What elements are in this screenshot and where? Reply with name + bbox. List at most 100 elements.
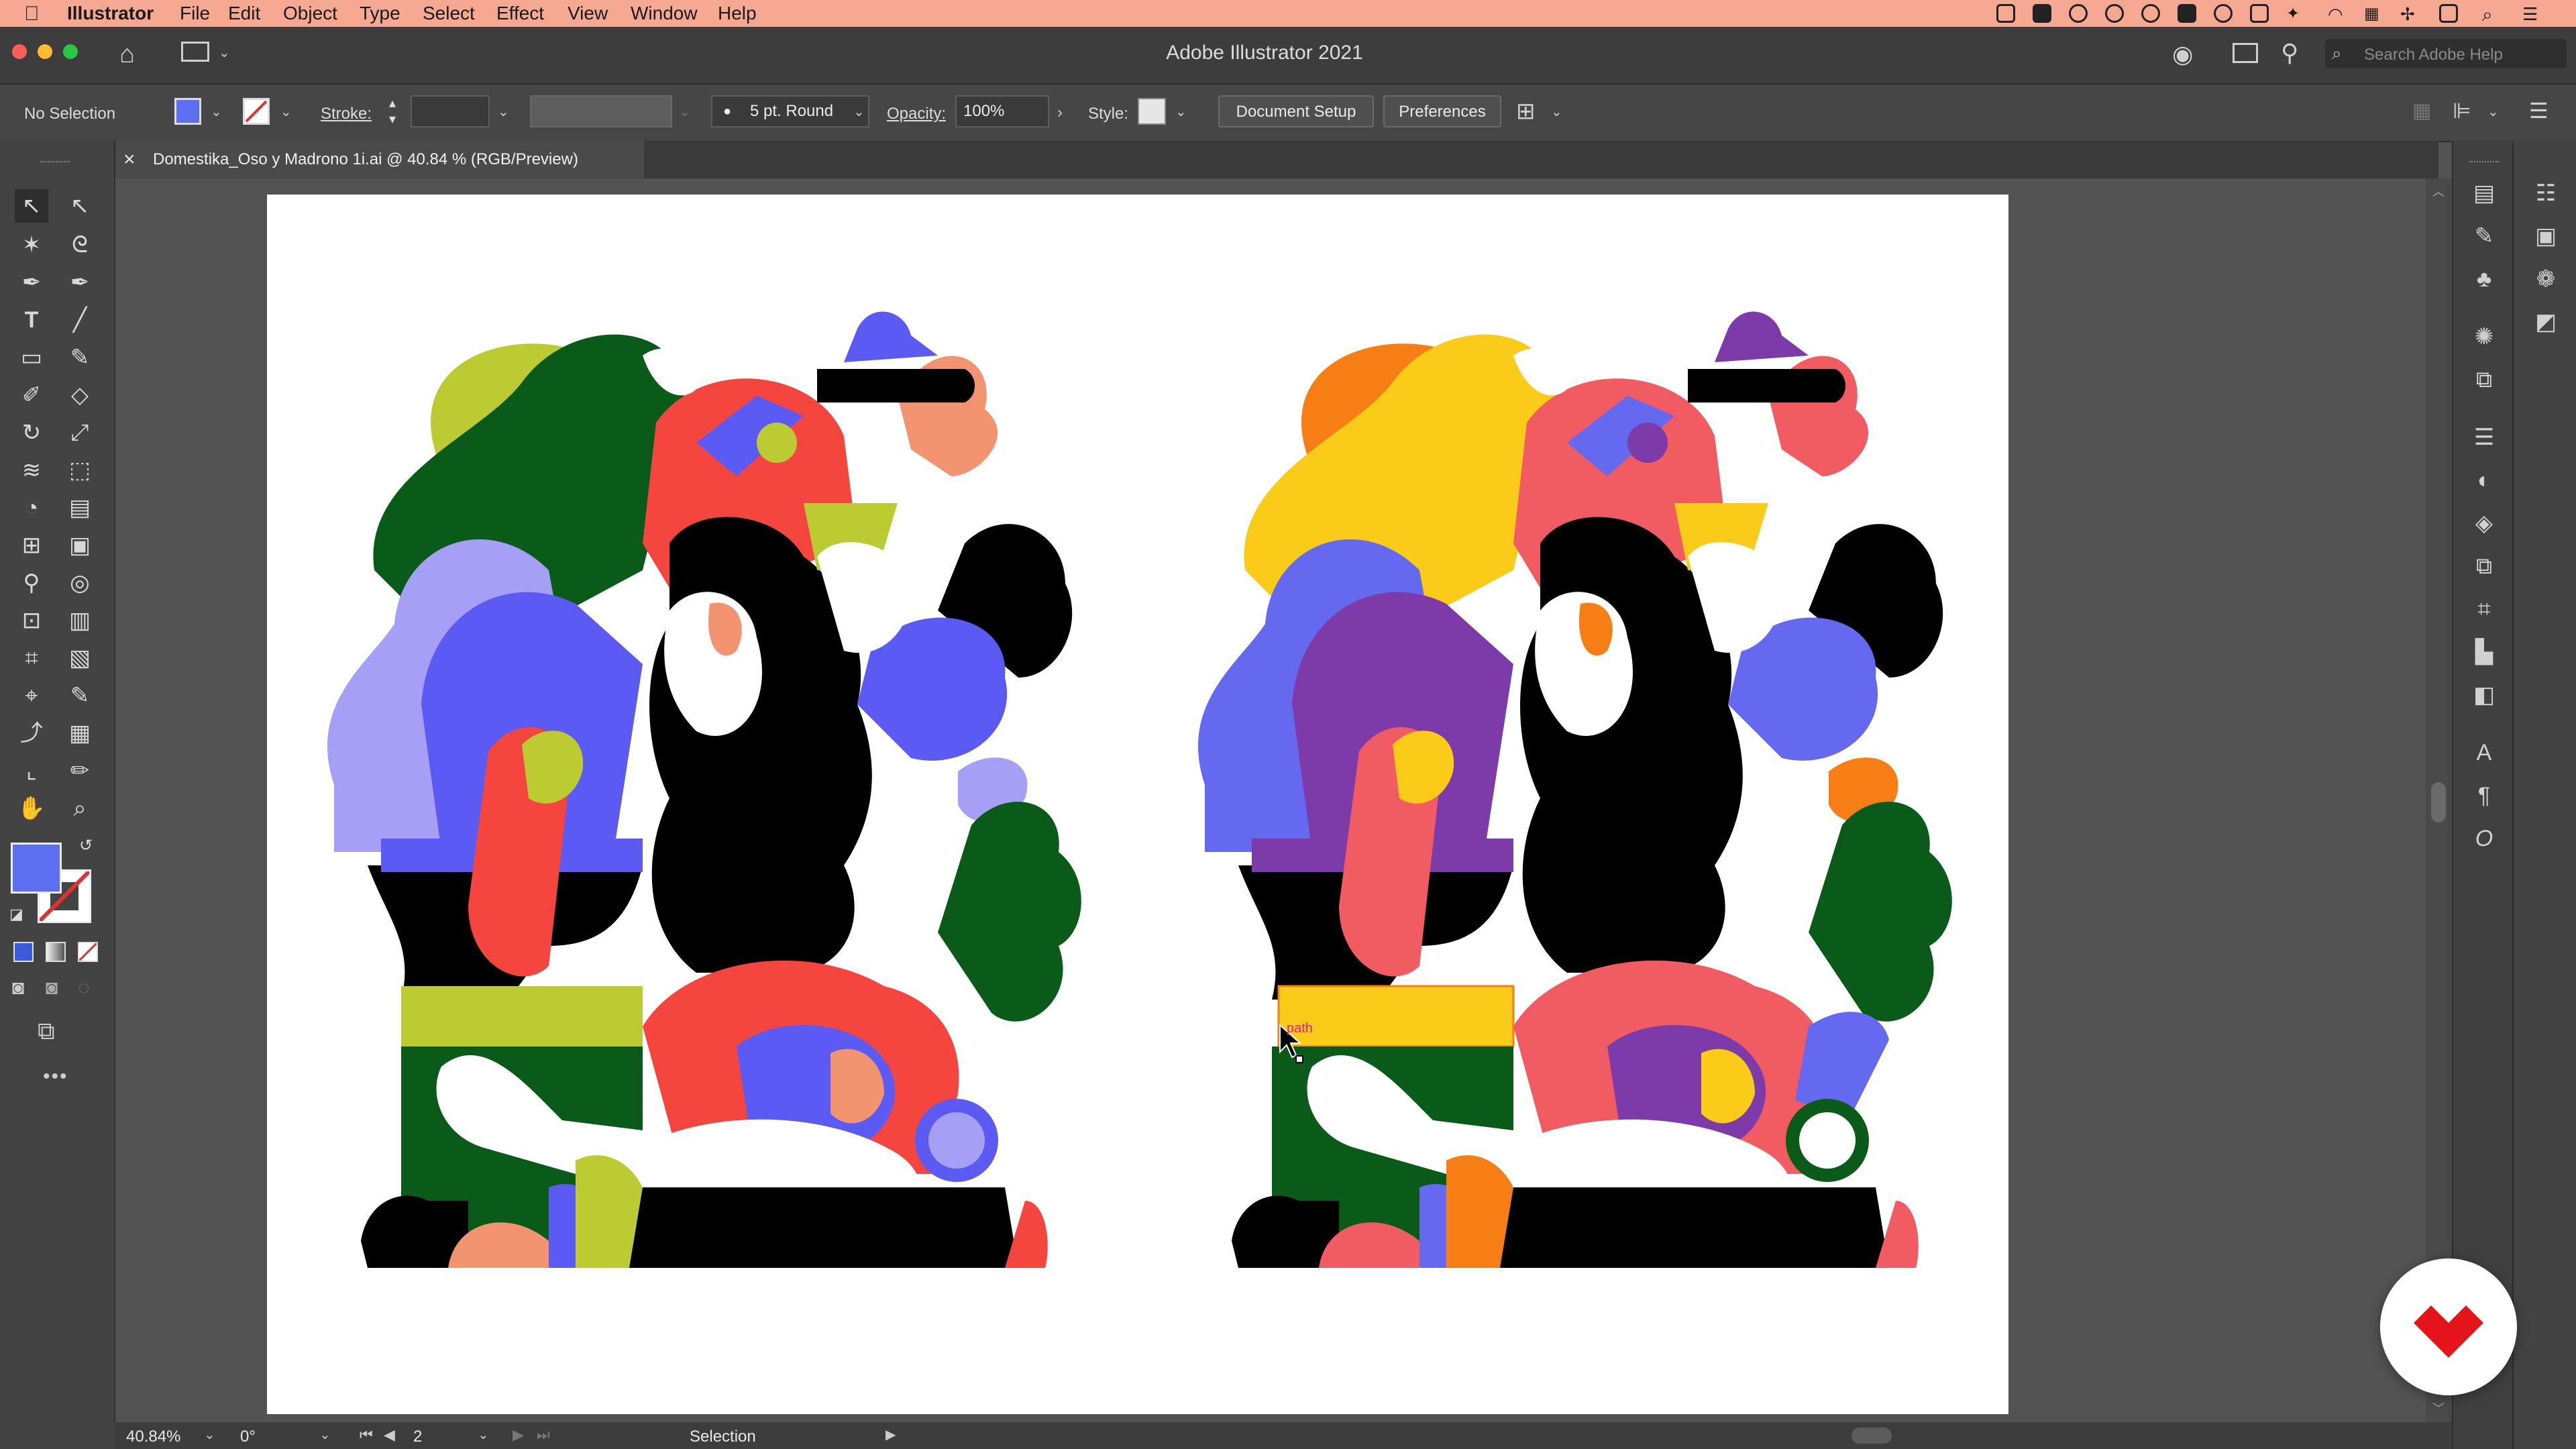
transparency-icon[interactable]: ◐ — [2469, 466, 2499, 495]
flag-icon[interactable]: ▦ — [2364, 4, 2383, 23]
shaper-tool-icon[interactable]: ✐ — [15, 378, 48, 412]
mesh-tool-icon[interactable]: ⊞ — [15, 529, 48, 562]
brush-definition-field[interactable]: ● 5 pt. Round — [711, 95, 869, 127]
magic-wand-tool-icon[interactable]: ✶ — [15, 228, 48, 262]
transform-icon[interactable]: ⌗ — [2469, 594, 2499, 624]
character-icon[interactable]: A — [2469, 738, 2499, 767]
status-icon-5[interactable] — [2141, 4, 2160, 23]
shape-builder-tool-icon[interactable]: ◔ — [15, 491, 48, 525]
zoom-tool-icon[interactable]: ⌕ — [63, 792, 97, 825]
symbols-icon[interactable]: ♣ — [2469, 264, 2499, 294]
vertical-scrollbar[interactable]: ︿ ﹀ — [2426, 178, 2452, 1422]
status-menu-icon[interactable]: ▶ — [885, 1426, 896, 1443]
spotlight-search-icon[interactable]: ⌕ — [2482, 4, 2501, 25]
menu-select[interactable]: Select — [423, 3, 475, 24]
stroke-chevron-icon[interactable]: ⌄ — [280, 103, 292, 120]
fill-swatch[interactable] — [11, 843, 62, 894]
stroke-stepper[interactable]: ▴ ▾ — [389, 95, 396, 127]
graphic-style-swatch[interactable] — [1138, 98, 1166, 125]
canvas[interactable]: path — [115, 178, 2426, 1422]
slice-tool-icon[interactable]: ▧ — [63, 641, 97, 675]
artboard-1[interactable] — [267, 195, 1138, 1414]
perspective-grid-tool-icon[interactable]: ▤ — [63, 491, 97, 525]
brush-chevron-icon[interactable]: ⌄ — [853, 103, 865, 120]
status-icon-6[interactable] — [2178, 4, 2196, 23]
opentype-icon[interactable]: O — [2469, 824, 2499, 853]
rotate-tool-icon[interactable]: ↻ — [15, 416, 48, 449]
apple-icon[interactable]:  — [24, 3, 40, 25]
last-artboard-icon[interactable]: ⏭ — [537, 1426, 550, 1444]
creative-cloud-icon[interactable] — [2069, 4, 2088, 23]
curvature-pen-icon[interactable]: ⤴ — [15, 716, 48, 750]
stroke-weight-field[interactable] — [411, 95, 490, 127]
profile-chevron-icon[interactable]: ⌄ — [679, 103, 690, 120]
gradient-panel-icon[interactable]: ◩ — [2531, 307, 2561, 337]
help-search-field[interactable]: ⌕ Search Adobe Help — [2325, 39, 2567, 68]
eyedropper-tool-icon[interactable]: ⚲ — [15, 566, 48, 600]
column-graph-tool-icon[interactable]: ▥ — [63, 604, 97, 637]
artboard-number[interactable]: 2 — [413, 1428, 422, 1446]
quick-actions-chevron-icon[interactable]: ⌄ — [1551, 103, 1562, 120]
type-tool-icon[interactable]: T — [15, 303, 48, 337]
menu-effect[interactable]: Effect — [496, 3, 544, 24]
paintbrush-tool-icon[interactable]: ✎ — [63, 341, 97, 374]
hand-tool-icon[interactable]: ✋ — [15, 792, 48, 825]
edit-toolbar-icon[interactable]: ••• — [43, 1065, 68, 1088]
pencil-tool-icon[interactable]: ✎ — [63, 679, 97, 712]
direct-selection-tool-icon[interactable]: ↖ — [63, 189, 97, 223]
menu-view[interactable]: View — [568, 3, 608, 24]
sync-icon[interactable] — [2105, 4, 2124, 23]
draw-behind-icon[interactable]: ◙ — [46, 977, 58, 1000]
next-artboard-icon[interactable]: ▶ — [513, 1426, 524, 1444]
menu-app-name[interactable]: Illustrator — [67, 3, 154, 24]
draw-inside-icon[interactable]: ◌ — [78, 977, 90, 1000]
status-icon-9[interactable]: ✦ — [2286, 4, 2305, 23]
symbol-sprayer-tool-icon[interactable]: ⊡ — [15, 604, 48, 637]
stroke-panel-icon[interactable]: ☰ — [2469, 423, 2499, 452]
status-icon-2[interactable] — [2033, 4, 2051, 23]
dock-grip[interactable] — [2469, 161, 2499, 166]
rotation-chevron-icon[interactable]: ⌄ — [319, 1426, 331, 1443]
document-tab[interactable]: × Domestika_Oso y Madrono 1i.ai @ 40.84 … — [114, 141, 644, 178]
status-icon-1[interactable] — [1996, 4, 2015, 23]
stroke-weight-chevron-icon[interactable]: ⌄ — [498, 103, 509, 120]
rectangle-tool-icon[interactable]: ▭ — [15, 341, 48, 374]
close-tab-icon[interactable]: × — [123, 141, 136, 178]
document-setup-button[interactable]: Document Setup — [1218, 95, 1374, 127]
align-panel-icon[interactable]: ▙ — [2469, 637, 2499, 667]
panel-menu-icon[interactable]: ☰ — [2529, 98, 2548, 123]
opacity-arrow-icon[interactable]: › — [1057, 103, 1063, 122]
status-icon-7[interactable] — [2214, 4, 2233, 23]
lasso-tool-icon[interactable]: ᘓ — [63, 228, 97, 262]
curvature-tool-icon[interactable]: ✒ — [63, 266, 97, 299]
opacity-field[interactable]: 100% — [955, 95, 1049, 127]
gradient-mode-icon[interactable] — [46, 942, 66, 962]
none-mode-icon[interactable] — [78, 942, 98, 962]
gradient-tool-icon[interactable]: ▣ — [63, 529, 97, 562]
free-transform-tool-icon[interactable]: ⬚ — [63, 453, 97, 487]
menu-window[interactable]: Window — [631, 3, 698, 24]
previous-artboard-icon[interactable]: ◀ — [384, 1426, 395, 1444]
scroll-down-icon[interactable]: ﹀ — [2432, 1399, 2445, 1417]
blend-tool-icon[interactable]: ◎ — [63, 566, 97, 600]
artboard-chevron-icon[interactable]: ⌄ — [478, 1426, 489, 1443]
arrange-icon[interactable]: ⊫ — [2453, 98, 2471, 123]
ruler-tool-icon[interactable]: ▦ — [63, 716, 97, 750]
fill-chevron-icon[interactable]: ⌄ — [211, 103, 222, 120]
arrange-chevron-icon[interactable]: ⌄ — [2487, 103, 2499, 120]
battery-icon[interactable] — [2439, 4, 2458, 23]
menu-type[interactable]: Type — [360, 3, 400, 24]
width-tool-icon[interactable]: ≋ — [15, 453, 48, 487]
quick-actions-icon[interactable]: ⊞ — [1516, 98, 1536, 125]
horizontal-scroll-thumb[interactable] — [1851, 1428, 1892, 1444]
menu-edit[interactable]: Edit — [228, 3, 260, 24]
menu-object[interactable]: Object — [283, 3, 337, 24]
status-icon-8[interactable] — [2250, 4, 2269, 23]
artboard-2[interactable]: path — [1138, 195, 2008, 1414]
color-mode-icon[interactable] — [13, 942, 34, 962]
align-icon[interactable]: ▦ — [2412, 99, 2431, 123]
scale-tool-icon[interactable]: ⤢ — [63, 416, 97, 449]
default-fill-stroke-icon[interactable]: ◪ — [9, 906, 23, 923]
menu-file[interactable]: File — [180, 3, 210, 24]
lightbulb-icon[interactable]: ⚲ — [2281, 39, 2298, 67]
